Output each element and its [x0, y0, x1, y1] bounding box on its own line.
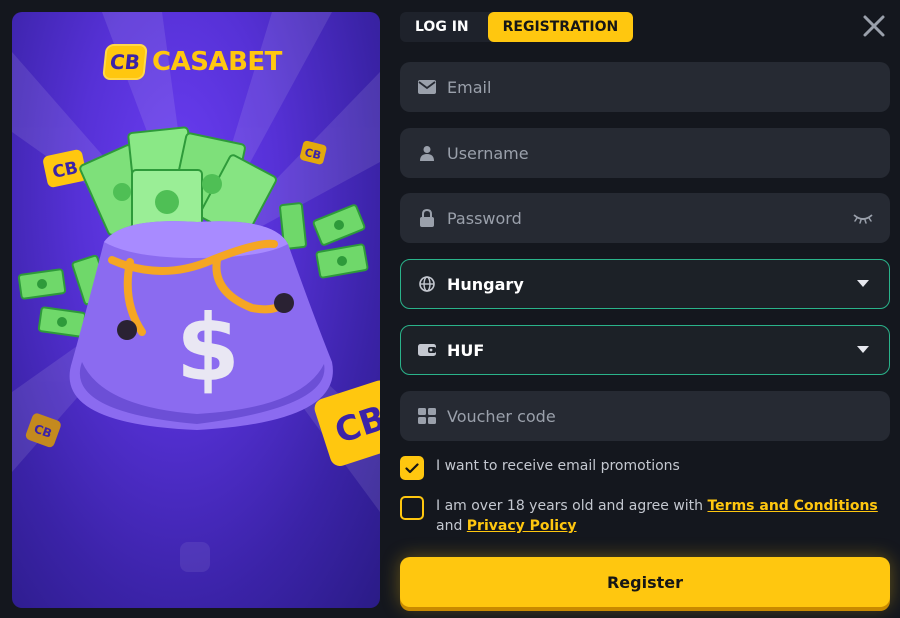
- envelope-icon: [417, 77, 437, 97]
- lock-icon: [417, 208, 437, 228]
- terms-label: I am over 18 years old and agree with Te…: [436, 496, 878, 536]
- username-field[interactable]: Username: [400, 128, 890, 178]
- password-field[interactable]: Password: [400, 193, 890, 243]
- promotions-checkbox[interactable]: [400, 456, 424, 480]
- voucher-field[interactable]: Voucher code: [400, 391, 890, 441]
- currency-value: HUF: [447, 340, 485, 360]
- eye-closed-icon[interactable]: [853, 208, 873, 228]
- casabet-logo: CB CASABET: [102, 42, 282, 82]
- logo-wordmark-part2: BET: [228, 47, 282, 77]
- username-placeholder: Username: [447, 143, 529, 163]
- caret-down-icon: [853, 340, 873, 360]
- user-icon: [417, 143, 437, 163]
- logo-badge: CB: [102, 44, 148, 80]
- country-value: Hungary: [447, 274, 524, 294]
- auth-tabs: LOG IN REGISTRATION: [400, 12, 634, 42]
- promo-panel: CB CB CB CB $ CB CASABET: [12, 12, 380, 608]
- voucher-placeholder: Voucher code: [447, 406, 556, 426]
- register-button[interactable]: Register: [400, 557, 890, 607]
- email-field[interactable]: Email: [400, 62, 890, 112]
- terms-checkbox[interactable]: [400, 496, 424, 520]
- tab-registration[interactable]: REGISTRATION: [487, 12, 634, 42]
- logo-wordmark: CASABET: [152, 47, 282, 77]
- logo-wordmark-part1: CASA: [152, 47, 229, 77]
- country-select[interactable]: Hungary: [400, 259, 890, 309]
- promotions-label: I want to receive email promotions: [436, 458, 680, 474]
- caret-down-icon: [853, 274, 873, 294]
- promo-illustration: CB CB CB CB $: [12, 12, 380, 512]
- svg-text:$: $: [176, 295, 240, 402]
- wallet-icon: [417, 340, 437, 360]
- terms-row: I am over 18 years old and agree with Te…: [400, 496, 880, 536]
- terms-link[interactable]: Terms and Conditions: [707, 498, 877, 514]
- privacy-link[interactable]: Privacy Policy: [467, 518, 577, 534]
- password-placeholder: Password: [447, 208, 522, 228]
- carousel-dot[interactable]: [180, 542, 210, 572]
- promotions-row: I want to receive email promotions: [400, 456, 680, 480]
- terms-and-text: and: [436, 518, 467, 534]
- email-placeholder: Email: [447, 77, 492, 97]
- close-icon[interactable]: [862, 14, 886, 38]
- tab-login[interactable]: LOG IN: [400, 12, 484, 42]
- terms-text: I am over 18 years old and agree with: [436, 498, 708, 514]
- currency-select[interactable]: HUF: [400, 325, 890, 375]
- ticket-icon: [417, 406, 437, 426]
- globe-icon: [417, 274, 437, 294]
